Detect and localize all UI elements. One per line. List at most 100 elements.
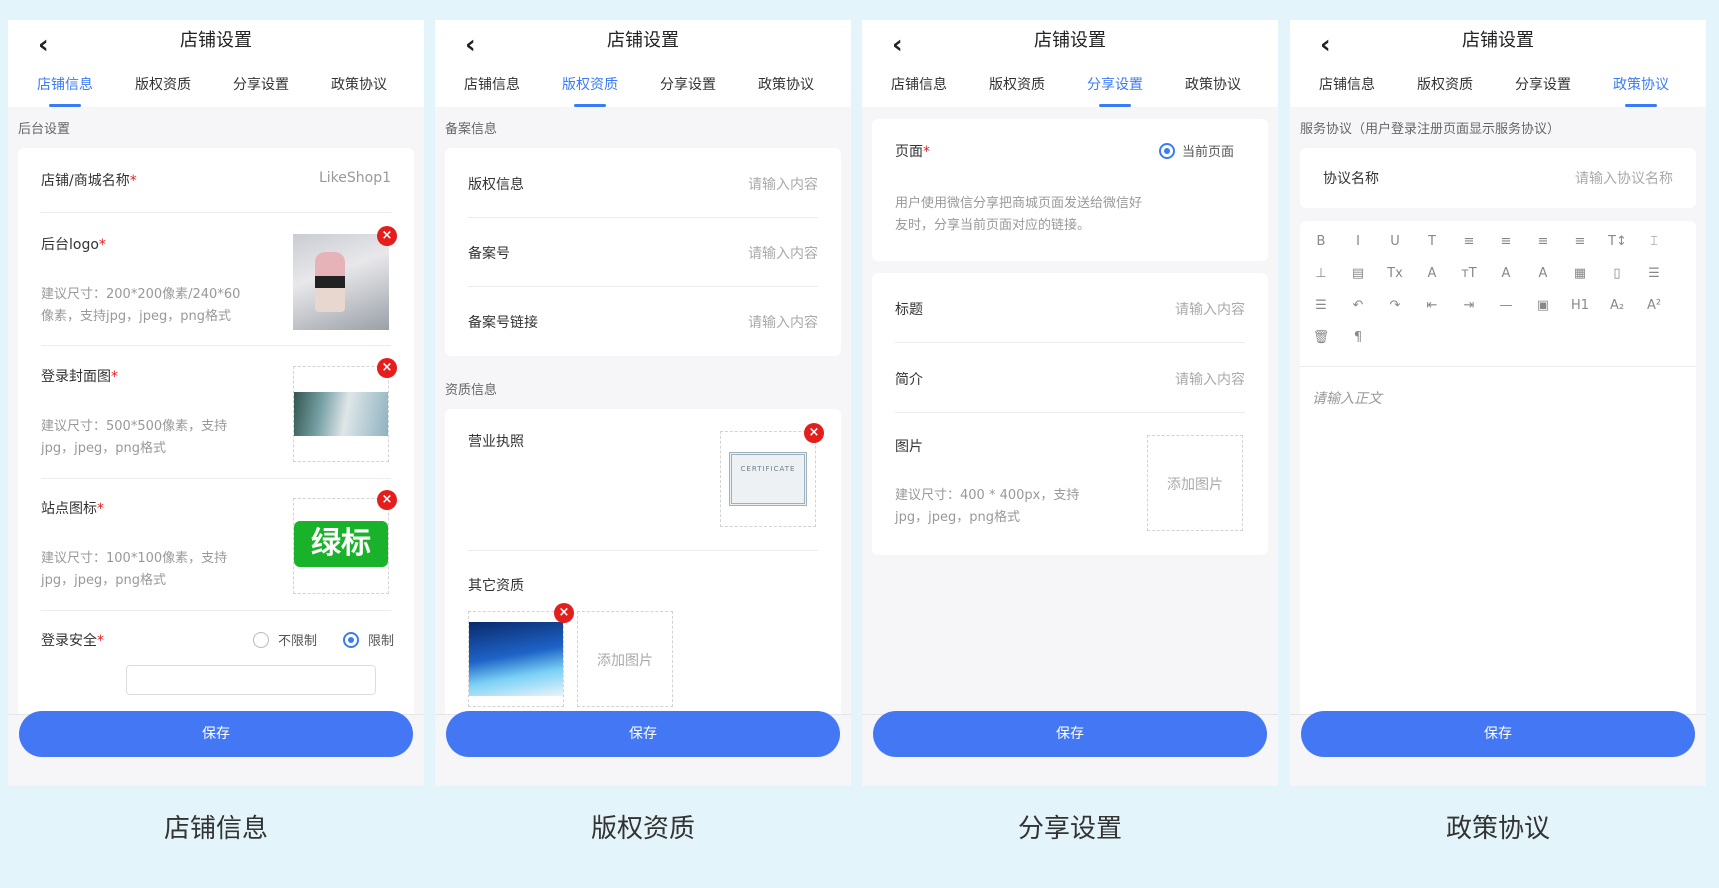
site-icon-image[interactable]: 绿标 <box>293 498 389 594</box>
toolbar-icon[interactable]: ▦ <box>1571 265 1589 283</box>
toolbar-icon[interactable]: A <box>1534 265 1552 283</box>
divider <box>895 412 1245 413</box>
cover-photo <box>294 392 388 436</box>
save-button[interactable]: 保存 <box>1301 711 1695 757</box>
panel-shop-info: ‹ 店铺设置 店铺信息 版权资质 分享设置 政策协议 后台设置 店铺/商城名称*… <box>8 20 424 786</box>
toolbar-icon[interactable]: ⇥ <box>1460 297 1478 315</box>
toolbar-icon[interactable]: 🗑 <box>1312 329 1330 347</box>
toolbar-icon[interactable]: ≡ <box>1460 233 1478 251</box>
rich-editor: B I U T ≡ ≡ ≡ ≡ T↕ ⌶ ⊥ ▤ Tx AтT A A ▦ ▯ ☰ ☰ ↶ ↷ ⇤ ⇥ — ▣ H1 A₂ A² 🗑 ¶ 请… <box>1300 221 1696 751</box>
footer: 保存 <box>435 711 851 786</box>
save-button[interactable]: 保存 <box>873 711 1267 757</box>
toolbar-icon[interactable]: A² <box>1645 297 1663 315</box>
header: ‹ 店铺设置 店铺信息 版权资质 分享设置 政策协议 <box>435 20 851 107</box>
tab-copyright[interactable]: 版权资质 <box>1396 75 1494 95</box>
tab-share[interactable]: 分享设置 <box>1066 75 1164 95</box>
logo-image[interactable] <box>293 234 389 330</box>
toolbar-icon[interactable]: ≡ <box>1571 233 1589 251</box>
toolbar-icon[interactable]: A <box>1423 265 1441 283</box>
header: ‹ 店铺设置 店铺信息 版权资质 分享设置 政策协议 <box>862 20 1278 107</box>
toolbar-icon[interactable]: T↕ <box>1608 233 1627 251</box>
cover-label: 登录封面图* <box>41 369 118 385</box>
other-qualification-image[interactable] <box>468 611 564 707</box>
share-title-input[interactable]: 请输入内容 <box>1065 299 1245 319</box>
tab-shop-info[interactable]: 店铺信息 <box>870 75 968 95</box>
toolbar-icon[interactable]: ⌶ <box>1645 233 1663 251</box>
cover-hint: 建议尺寸：500*500像素，支持 jpg，jpeg，png格式 <box>41 419 228 456</box>
filing-number-input[interactable]: 请输入内容 <box>638 243 818 263</box>
toolbar-icon[interactable]: ≡ <box>1497 233 1515 251</box>
add-share-image-button[interactable]: 添加图片 <box>1147 435 1243 531</box>
toolbar-icon[interactable]: ▣ <box>1534 297 1552 315</box>
section-title: 服务协议（用户登录注册页面显示服务协议） <box>1300 122 1561 137</box>
save-button[interactable]: 保存 <box>446 711 840 757</box>
toolbar-icon[interactable]: I <box>1349 233 1367 251</box>
delete-qualification-icon[interactable]: × <box>554 603 574 623</box>
filing-link-input[interactable]: 请输入内容 <box>638 312 818 332</box>
tab-copyright[interactable]: 版权资质 <box>541 75 639 95</box>
radio-unlimited[interactable] <box>253 632 269 648</box>
toolbar-icon[interactable]: ¶ <box>1349 329 1367 347</box>
security-input-box[interactable] <box>126 665 376 695</box>
page-title: 店铺设置 <box>1034 30 1106 51</box>
delete-license-icon[interactable]: × <box>804 423 824 443</box>
tab-policy[interactable]: 政策协议 <box>1164 75 1262 95</box>
add-image-button[interactable]: 添加图片 <box>577 611 673 707</box>
tab-share[interactable]: 分享设置 <box>212 75 310 95</box>
toolbar-icon[interactable]: A₂ <box>1608 297 1626 315</box>
share-intro-input[interactable]: 请输入内容 <box>1065 369 1245 389</box>
toolbar-icon[interactable]: T <box>1423 233 1441 251</box>
tab-copyright[interactable]: 版权资质 <box>114 75 212 95</box>
tab-copyright[interactable]: 版权资质 <box>968 75 1066 95</box>
agreement-name-input[interactable]: 请输入协议名称 <box>1473 168 1673 188</box>
toolbar-icon[interactable]: ☰ <box>1312 297 1330 315</box>
toolbar-icon[interactable]: B <box>1312 233 1330 251</box>
radio-limited[interactable] <box>343 632 359 648</box>
delete-cover-icon[interactable]: × <box>377 358 397 378</box>
tab-shop-info[interactable]: 店铺信息 <box>16 75 114 95</box>
cover-image[interactable] <box>293 366 389 462</box>
copyright-info-input[interactable]: 请输入内容 <box>638 174 818 194</box>
toolbar-icon[interactable]: ⇤ <box>1423 297 1441 315</box>
tab-policy[interactable]: 政策协议 <box>1592 75 1690 95</box>
shop-name-input[interactable]: LikeShop1 <box>191 170 391 186</box>
qualification-card: 营业执照 CERTIFICATE × 其它资质 × 添加图片 <box>445 409 841 749</box>
delete-logo-icon[interactable]: × <box>377 226 397 246</box>
toolbar-icon[interactable]: — <box>1497 297 1515 315</box>
tab-shop-info[interactable]: 店铺信息 <box>443 75 541 95</box>
tab-share[interactable]: 分享设置 <box>639 75 737 95</box>
tab-shop-info[interactable]: 店铺信息 <box>1298 75 1396 95</box>
tab-indicator <box>1625 104 1657 107</box>
editor-body[interactable]: 请输入正文 <box>1312 388 1382 408</box>
share-image-hint: 建议尺寸：400 * 400px，支持 jpg，jpeg，png格式 <box>895 488 1080 525</box>
toolbar-icon[interactable]: A <box>1497 265 1515 283</box>
save-button[interactable]: 保存 <box>19 711 413 757</box>
delete-site-icon-icon[interactable]: × <box>377 490 397 510</box>
toolbar-icon[interactable]: ▤ <box>1349 265 1367 283</box>
tab-share[interactable]: 分享设置 <box>1494 75 1592 95</box>
toolbar-icon[interactable]: Tx <box>1386 265 1404 283</box>
agreement-name-label: 协议名称 <box>1323 171 1379 187</box>
tab-indicator <box>49 104 81 107</box>
tab-indicator <box>1099 104 1131 107</box>
radio-current-page[interactable] <box>1159 143 1175 159</box>
divider <box>468 550 818 551</box>
header: ‹ 店铺设置 店铺信息 版权资质 分享设置 政策协议 <box>8 20 424 107</box>
tab-policy[interactable]: 政策协议 <box>310 75 408 95</box>
caption-shop-info: 店铺信息 <box>163 814 268 844</box>
toolbar-icon[interactable]: ⊥ <box>1312 265 1330 283</box>
divider <box>468 217 818 218</box>
business-license-image[interactable]: CERTIFICATE <box>720 431 816 527</box>
toolbar-icon[interactable]: ↷ <box>1386 297 1404 315</box>
toolbar-icon[interactable]: ▯ <box>1608 265 1626 283</box>
share-page-card: 页面* 当前页面 用户使用微信分享把商城页面发送给微信好 友时，分享当前页面对应的… <box>872 119 1268 261</box>
add-image-label: 添加图片 <box>597 653 653 669</box>
toolbar-icon[interactable]: ≡ <box>1534 233 1552 251</box>
toolbar-icon[interactable]: ☰ <box>1645 265 1663 283</box>
caption-share: 分享设置 <box>1017 814 1122 844</box>
toolbar-icon[interactable]: ↶ <box>1349 297 1367 315</box>
toolbar-icon[interactable]: тT <box>1460 265 1478 283</box>
tab-policy[interactable]: 政策协议 <box>737 75 835 95</box>
toolbar-icon[interactable]: H1 <box>1571 297 1589 315</box>
toolbar-icon[interactable]: U <box>1386 233 1404 251</box>
